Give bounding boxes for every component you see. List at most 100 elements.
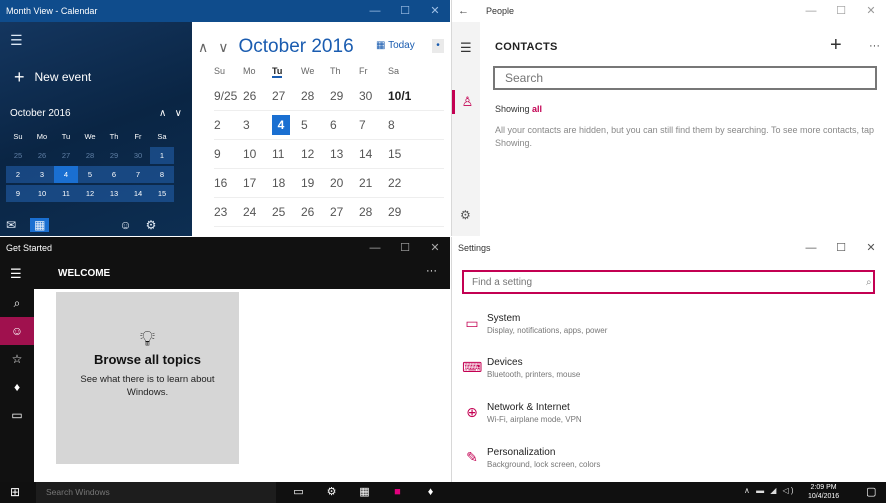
mini-day[interactable]: 30 — [126, 147, 150, 164]
maximize-button[interactable]: ☐ — [826, 237, 856, 259]
day-cell[interactable]: 13 — [330, 147, 359, 161]
system-tray-icons[interactable]: ∧ ▬ ◢ ◁) — [744, 486, 796, 495]
settings-gear-icon[interactable]: ⚙ — [146, 218, 157, 232]
new-event-button[interactable]: + New event — [14, 68, 91, 86]
day-cell[interactable]: 8 — [388, 118, 417, 132]
mini-day[interactable]: 28 — [78, 147, 102, 164]
mini-day[interactable]: 14 — [126, 185, 150, 202]
close-button[interactable]: ✕ — [420, 237, 450, 259]
day-cell[interactable]: 25 — [272, 205, 301, 219]
mini-day[interactable]: 9 — [6, 185, 30, 202]
day-cell[interactable]: 7 — [359, 118, 388, 132]
close-button[interactable]: ✕ — [856, 237, 886, 259]
previous-month-icon[interactable]: ∧ — [198, 39, 208, 56]
day-cell[interactable]: 3 — [243, 118, 272, 132]
taskbar-search-box[interactable]: Search Windows — [36, 482, 276, 503]
day-cell[interactable]: 27 — [330, 205, 359, 219]
day-cell[interactable]: 9/25 — [214, 89, 243, 103]
feedback-icon[interactable]: ☺ — [119, 218, 131, 232]
mini-day[interactable]: 25 — [6, 147, 30, 164]
settings-item-personalization[interactable]: ✎ Personalization Background, lock scree… — [462, 443, 862, 477]
calendar-icon[interactable]: ▦ — [30, 218, 50, 232]
mini-day[interactable]: 15 — [150, 185, 174, 202]
settings-item-system[interactable]: ▭ System Display, notifications, apps, p… — [462, 309, 862, 343]
start-windows-icon[interactable]: ⊞ — [10, 485, 20, 499]
day-cell[interactable]: 24 — [243, 205, 272, 219]
mini-day[interactable]: 5 — [78, 166, 102, 183]
day-cell[interactable]: 28 — [301, 89, 330, 103]
mini-day[interactable]: 7 — [126, 166, 150, 183]
search-icon[interactable]: ⌕ — [0, 289, 34, 317]
minimize-button[interactable]: — — [360, 237, 390, 259]
people-app-icon[interactable]: ■ — [381, 482, 414, 503]
day-cell[interactable]: 19 — [301, 176, 330, 190]
day-cell[interactable]: 5 — [301, 118, 330, 132]
day-cell[interactable]: 10/1 — [388, 89, 417, 103]
maximize-button[interactable]: ☐ — [390, 0, 420, 22]
day-cell[interactable]: 2 — [214, 118, 243, 132]
showing-value-link[interactable]: all — [532, 104, 542, 114]
mini-day[interactable]: 13 — [102, 185, 126, 202]
mini-day[interactable]: 1 — [150, 147, 174, 164]
day-cell[interactable]: 11 — [272, 147, 301, 161]
mini-calendar-month[interactable]: October 2016 — [10, 108, 71, 119]
day-cell[interactable]: 28 — [359, 205, 388, 219]
settings-app-icon[interactable]: ⚙ — [315, 482, 348, 503]
minimize-button[interactable]: — — [796, 237, 826, 259]
mini-next-icon[interactable]: ∨ — [175, 108, 182, 119]
day-cell[interactable]: 6 — [330, 118, 359, 132]
day-cell[interactable]: 15 — [388, 147, 417, 161]
close-button[interactable]: ✕ — [856, 0, 886, 22]
day-cell[interactable]: 27 — [272, 89, 301, 103]
mini-day[interactable]: 8 — [150, 166, 174, 183]
settings-item-devices[interactable]: ⌨ Devices Bluetooth, printers, mouse — [462, 353, 862, 387]
welcome-smiley-icon[interactable]: ☺ — [0, 317, 34, 345]
hamburger-menu-icon[interactable]: ☰ — [10, 266, 22, 282]
settings-gear-icon[interactable]: ⚙ — [460, 208, 471, 222]
showing-filter[interactable]: Showing all — [495, 104, 542, 114]
contacts-search-input[interactable] — [493, 66, 877, 90]
day-cell[interactable]: 21 — [359, 176, 388, 190]
mini-day-selected[interactable]: 4 — [54, 166, 78, 183]
hamburger-menu-icon[interactable]: ☰ — [10, 32, 23, 49]
mini-day[interactable]: 12 — [78, 185, 102, 202]
maximize-button[interactable]: ☐ — [390, 237, 420, 259]
mini-day[interactable]: 3 — [30, 166, 54, 183]
settings-item-network[interactable]: ⊕ Network & Internet Wi-Fi, airplane mod… — [462, 398, 862, 432]
minimize-button[interactable]: — — [360, 0, 390, 22]
day-cell[interactable]: 30 — [359, 89, 388, 103]
mini-day[interactable]: 6 — [102, 166, 126, 183]
more-options-button[interactable]: • — [432, 39, 444, 53]
day-cell[interactable]: 12 — [301, 147, 330, 161]
next-month-icon[interactable]: ∨ — [218, 39, 228, 56]
day-cell[interactable]: 20 — [330, 176, 359, 190]
more-options-button[interactable]: ··· — [426, 265, 437, 277]
mini-day[interactable]: 2 — [6, 166, 30, 183]
device-icon[interactable]: ▭ — [0, 401, 34, 429]
action-center-icon[interactable]: ▢ — [866, 485, 876, 498]
browse-all-topics-tile[interactable]: 💡︎ Browse all topics See what there is t… — [56, 292, 239, 464]
tips-lightbulb-icon[interactable]: ♦ — [0, 373, 34, 401]
close-button[interactable]: ✕ — [420, 0, 450, 22]
add-contact-button[interactable]: + — [830, 34, 842, 57]
minimize-button[interactable]: — — [796, 0, 826, 22]
contacts-person-icon[interactable]: ♙ — [452, 90, 480, 114]
mini-prev-icon[interactable]: ∧ — [159, 108, 166, 119]
day-cell[interactable]: 26 — [301, 205, 330, 219]
more-options-button[interactable]: ··· — [869, 40, 880, 52]
day-cell[interactable]: 29 — [388, 205, 417, 219]
day-cell[interactable]: 14 — [359, 147, 388, 161]
month-title[interactable]: October 2016 — [239, 36, 354, 58]
hamburger-menu-icon[interactable]: ☰ — [460, 40, 472, 56]
calendar-app-icon[interactable]: ▦ — [348, 482, 381, 503]
day-cell[interactable]: 26 — [243, 89, 272, 103]
day-cell[interactable]: 10 — [243, 147, 272, 161]
mini-day[interactable]: 26 — [30, 147, 54, 164]
day-cell[interactable]: 17 — [243, 176, 272, 190]
favorites-star-icon[interactable]: ☆ — [0, 345, 34, 373]
day-cell[interactable]: 22 — [388, 176, 417, 190]
mini-day[interactable]: 11 — [54, 185, 78, 202]
mini-day[interactable]: 29 — [102, 147, 126, 164]
search-icon[interactable]: ⌕ — [866, 277, 872, 288]
task-view-icon[interactable]: ▭ — [282, 482, 315, 503]
